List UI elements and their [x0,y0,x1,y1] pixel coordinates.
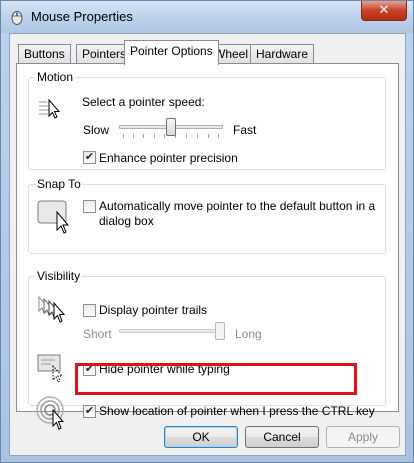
close-button[interactable]: ✕ [361,1,407,21]
apply-button: Apply [326,426,400,448]
tab-buttons[interactable]: Buttons [18,44,71,64]
close-icon: ✕ [378,2,390,17]
pointer-trails-icon [38,295,66,323]
snap-to-group-title: Snap To [35,177,83,191]
window-title: Mouse Properties [31,9,133,24]
show-location-check-icon: ✔ [84,405,95,417]
fast-label: Fast [233,123,257,137]
snap-to-button-icon [37,200,70,234]
enhance-precision-check-icon: ✔ [84,151,95,163]
trail-long-label: Long [235,327,262,341]
pointer-speed-icon [39,98,61,119]
show-location-label[interactable]: Show location of pointer when I press th… [99,404,375,418]
pointer-speed-label: Select a pointer speed: [82,95,205,109]
pointer-trails-label[interactable]: Display pointer trails [99,303,207,317]
trail-length-slider-thumb [215,322,225,340]
title-bar[interactable]: Mouse Properties ✕ [1,1,413,33]
mouse-properties-window: Mouse Properties ✕ Buttons Pointers Poin… [0,0,414,463]
snap-to-group: Snap To [28,177,386,254]
show-location-highlight-box [75,363,357,395]
show-location-icon [36,396,65,430]
enhance-precision-checkbox[interactable]: ✔ [83,151,96,164]
pointer-options-panel: Motion Select a pointer speed: Slow Fast… [16,63,399,430]
hide-pointer-icon [37,354,64,383]
ok-button[interactable]: OK [164,426,238,448]
motion-group-title: Motion [35,70,76,84]
cancel-button[interactable]: Cancel [245,426,319,448]
visibility-group-title: Visibility [35,269,83,283]
pointer-trails-checkbox[interactable] [83,304,96,317]
slow-label: Slow [83,123,110,137]
trail-length-track [119,329,225,333]
mouse-icon [11,11,23,25]
show-location-checkbox[interactable]: ✔ [83,405,96,418]
enhance-precision-label[interactable]: Enhance pointer precision [99,151,238,165]
tab-pointer-options[interactable]: Pointer Options [124,40,219,65]
snap-to-checkbox[interactable] [83,200,96,213]
trail-short-label: Short [83,327,112,341]
tab-hardware[interactable]: Hardware [250,44,315,64]
pointer-speed-slider-thumb[interactable] [166,118,176,136]
snap-to-label-line2[interactable]: dialog box [99,214,154,228]
snap-to-label-line1[interactable]: Automatically move pointer to the defaul… [99,199,375,213]
